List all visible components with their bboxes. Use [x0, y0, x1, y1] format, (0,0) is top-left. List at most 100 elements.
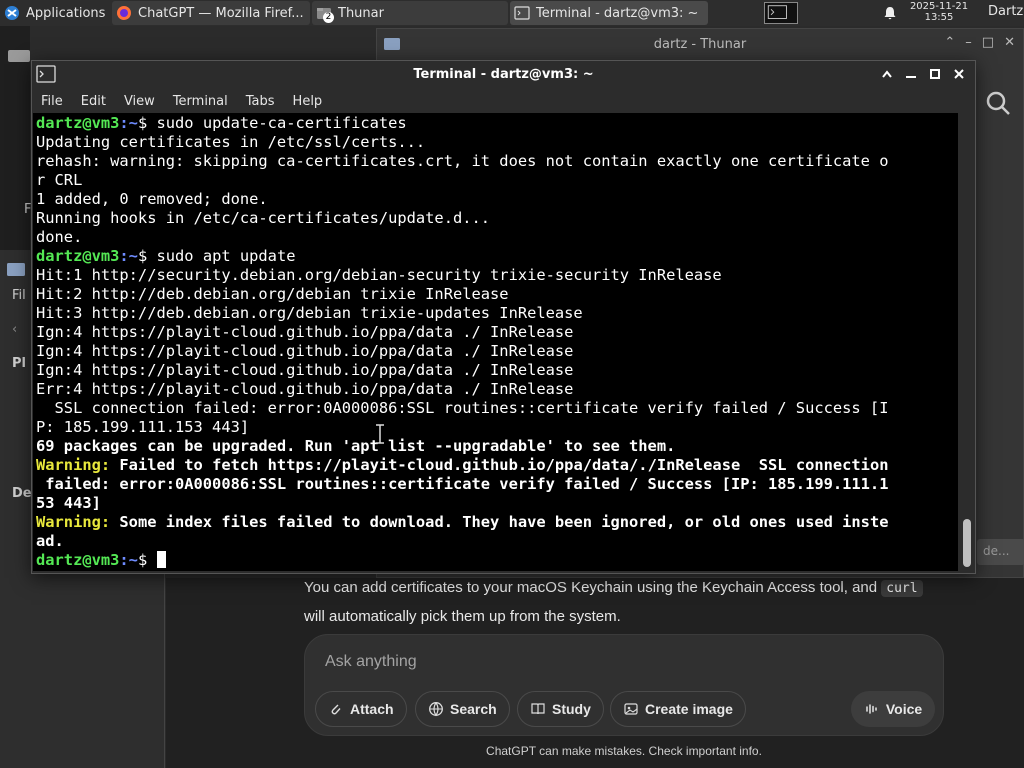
terminal-icon [514, 6, 530, 20]
terminal-title: Terminal - dartz@vm3: ~ [413, 67, 594, 82]
book-icon [531, 703, 545, 715]
image-icon [624, 703, 638, 715]
menu-edit[interactable]: Edit [72, 94, 115, 109]
terminal-line: 1 added, 0 removed; done. [36, 190, 268, 208]
minimize-icon[interactable]: – [965, 35, 972, 50]
pane-label: De [12, 486, 32, 501]
terminal-icon [36, 65, 56, 83]
menu-view[interactable]: View [115, 94, 164, 109]
terminal-menubar: File Edit View Terminal Tabs Help [32, 89, 975, 113]
command-text: $ sudo apt update [137, 247, 296, 265]
scrollbar-thumb[interactable] [963, 519, 971, 567]
folder-icon [384, 38, 400, 50]
waveform-icon [866, 704, 877, 714]
terminal-line: SSL connection failed: error:0A000086:SS… [36, 399, 889, 417]
task-label: Terminal - dartz@vm3: ~ [536, 5, 699, 21]
globe-icon [429, 702, 443, 717]
terminal-line: Updating certificates in /etc/ssl/certs.… [36, 133, 426, 151]
close-icon[interactable] [951, 65, 967, 83]
applications-label: Applications [26, 5, 106, 21]
warning-text: Failed to fetch https://playit-cloud.git… [110, 456, 889, 474]
pane-label: Pl [12, 356, 26, 371]
prompt-path: :~ [119, 247, 138, 265]
terminal-line: 53 443] [36, 494, 101, 512]
prompt-path: :~ [119, 551, 138, 569]
create-image-button[interactable]: Create image [610, 691, 746, 727]
terminal-line: Warning: Some index files failed to down… [36, 513, 958, 532]
prompt-path: :~ [119, 114, 138, 132]
applications-menu[interactable]: Applications ☰ [0, 1, 110, 25]
chat-composer[interactable]: Ask anything Attach Search Study Create … [304, 634, 944, 736]
terminal-line: failed: error:0A000086:SSL routines::cer… [36, 475, 889, 493]
task-label: ChatGPT — Mozilla Firef... [138, 5, 304, 21]
terminal-line: Running hooks in /etc/ca-certificates/up… [36, 209, 491, 227]
prompt-user: dartz@vm3 [36, 114, 120, 132]
voice-label: Voice [885, 701, 923, 717]
chip-label: Study [552, 701, 591, 717]
terminal-window: Terminal - dartz@vm3: ~ File Edit View T… [31, 60, 976, 574]
maximize-icon[interactable] [927, 65, 943, 83]
bell-icon[interactable] [882, 5, 898, 21]
user-menu[interactable]: Dartz [988, 4, 1023, 19]
terminal-titlebar[interactable]: Terminal - dartz@vm3: ~ [32, 61, 975, 88]
disclaimer: ChatGPT can make mistakes. Check importa… [486, 744, 762, 758]
thunar-titlebar[interactable]: dartz - Thunar ⌃ – □ ✕ [377, 29, 1023, 59]
paperclip-icon [331, 704, 341, 715]
warning-text: Some index files failed to download. The… [110, 513, 889, 531]
terminal-line: Ign:4 https://playit-cloud.github.io/ppa… [36, 323, 574, 341]
clock[interactable]: 2025-11-21 13:55 [904, 1, 974, 23]
chip-label: Create image [645, 701, 733, 717]
terminal-line: done. [36, 228, 83, 246]
prompt-user: dartz@vm3 [36, 247, 120, 265]
attach-button[interactable]: Attach [315, 691, 407, 727]
taskbar: Applications ☰ ChatGPT — Mozilla Firef..… [0, 0, 1024, 26]
terminal-line: Err:4 https://playit-cloud.github.io/ppa… [36, 380, 574, 398]
terminal-scrollbar[interactable] [959, 113, 975, 571]
menu-tabs[interactable]: Tabs [237, 94, 284, 109]
terminal-cursor [156, 551, 166, 568]
pane-label: Fil [12, 288, 26, 303]
assistant-answer: You can add certificates to your macOS K… [304, 574, 944, 631]
xfce-logo-icon [5, 6, 19, 20]
task-thunar[interactable]: 2 Thunar [312, 1, 508, 25]
terminal-line: Warning: Failed to fetch https://playit-… [36, 456, 958, 475]
drive-icon[interactable] [6, 46, 30, 66]
search-icon[interactable] [984, 89, 1012, 117]
warning-label: Warning: [36, 456, 111, 474]
study-button[interactable]: Study [517, 691, 604, 727]
command-text: $ [137, 551, 157, 569]
chevron-up-icon[interactable] [879, 65, 895, 83]
terminal-line: Ign:4 https://playit-cloud.github.io/ppa… [36, 342, 574, 360]
terminal-line: Hit:1 http://security.debian.org/debian-… [36, 266, 722, 284]
task-terminal[interactable]: Terminal - dartz@vm3: ~ [510, 1, 708, 25]
task-label: Thunar [338, 5, 384, 21]
composer-input[interactable]: Ask anything [325, 653, 417, 671]
menu-help[interactable]: Help [284, 94, 332, 109]
minimize-icon[interactable] [903, 65, 919, 83]
terminal-line: dartz@vm3:~$ [36, 551, 958, 570]
thunar-hint: de... [977, 539, 1024, 565]
chevron-left-icon[interactable]: ‹ [12, 322, 17, 337]
terminal-line: P: 185.199.111.153 443] [36, 418, 250, 436]
terminal-line: Hit:3 http://deb.debian.org/debian trixi… [36, 304, 583, 322]
maximize-icon[interactable]: □ [982, 35, 994, 50]
warning-label: Warning: [36, 513, 111, 531]
task-badge: 2 [323, 12, 334, 23]
inline-code: curl [881, 580, 923, 597]
voice-button[interactable]: Voice [851, 691, 935, 727]
answer-text: will automatically pick them up from the… [304, 608, 621, 625]
close-icon[interactable]: ✕ [1004, 35, 1015, 50]
firefox-icon [117, 6, 131, 20]
search-button[interactable]: Search [415, 691, 510, 727]
task-firefox[interactable]: ChatGPT — Mozilla Firef... [112, 1, 310, 25]
menu-terminal[interactable]: Terminal [164, 94, 237, 109]
terminal-line: r CRL [36, 171, 83, 189]
terminal-line: Hit:2 http://deb.debian.org/debian trixi… [36, 285, 509, 303]
terminal-screen[interactable]: dartz@vm3:~$ sudo update-ca-certificates… [33, 113, 958, 571]
answer-text: You can add certificates to your macOS K… [304, 579, 882, 596]
clock-time: 13:55 [924, 12, 954, 23]
terminal-line: ad. [36, 532, 64, 550]
menu-file[interactable]: File [32, 94, 72, 109]
chevron-up-icon[interactable]: ⌃ [944, 35, 955, 50]
workspace-switcher[interactable] [764, 2, 798, 24]
